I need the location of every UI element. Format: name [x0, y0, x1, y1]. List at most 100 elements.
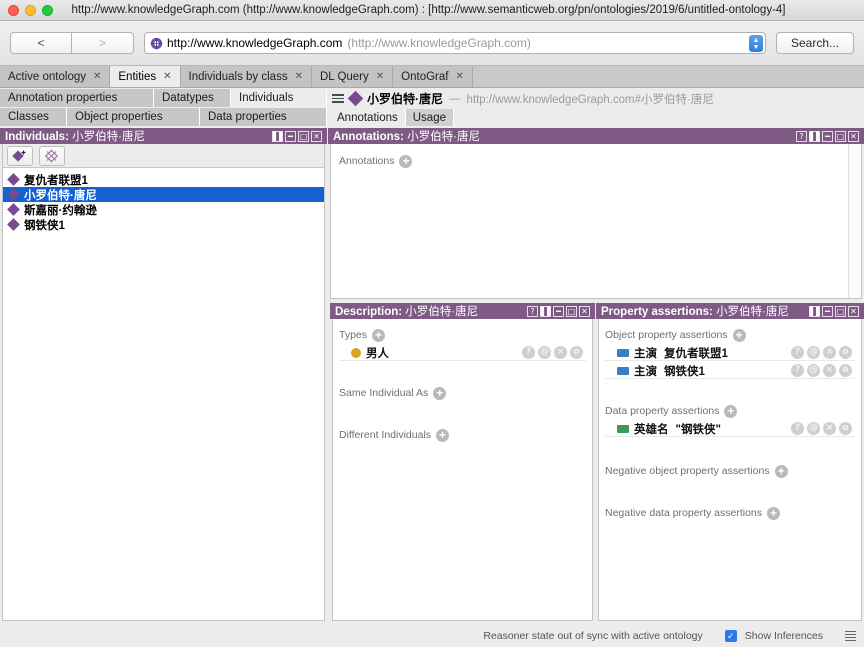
tab-individuals-by-class[interactable]: Individuals by class ✕ [180, 66, 312, 87]
list-item[interactable]: 小罗伯特·唐尼 [3, 187, 324, 202]
object-assertion-row[interactable]: 主演 复仇者联盟1 ? @ × o [605, 345, 855, 361]
maximize-button[interactable]: □ [835, 305, 846, 317]
add-data-assertion-button[interactable]: + [724, 404, 738, 418]
help-button[interactable]: ? [527, 305, 538, 317]
edit-button[interactable]: o [839, 346, 852, 359]
add-individual-button[interactable] [7, 145, 33, 166]
close-icon[interactable]: ✕ [455, 71, 463, 82]
types-section-label: Types + [339, 328, 386, 342]
section-label-text: Different Individuals [339, 429, 432, 441]
edit-button[interactable]: o [839, 364, 852, 377]
workspace-tabs: Active ontology ✕ Entities ✕ Individuals… [0, 66, 864, 88]
list-item[interactable]: 斯嘉丽·约翰逊 [3, 202, 324, 217]
minimize-button[interactable] [25, 4, 36, 16]
tab-dl-query[interactable]: DL Query ✕ [311, 66, 394, 87]
individuals-list[interactable]: 复仇者联盟1 小罗伯特·唐尼 斯嘉丽·约翰逊 钢铁侠1 [3, 172, 324, 232]
annotations-panel-body: Annotations + [330, 144, 862, 299]
url-stepper[interactable]: ▲ ▼ [749, 35, 763, 52]
close-icon[interactable]: ✕ [93, 71, 101, 82]
add-same-individual-button[interactable]: + [433, 386, 447, 400]
annotate-button[interactable]: @ [807, 346, 820, 359]
entity-dash: — [449, 92, 461, 105]
minimize-button[interactable]: ━ [822, 130, 833, 142]
back-button[interactable]: < [10, 32, 72, 54]
minimize-button[interactable]: ━ [285, 130, 296, 142]
split-button[interactable]: ▌▌ [809, 130, 822, 142]
url-input[interactable]: http://www.knowledgeGraph.com (http://ww… [144, 32, 766, 54]
add-object-assertion-button[interactable]: + [732, 328, 746, 342]
tab-active-ontology[interactable]: Active ontology ✕ [0, 66, 111, 87]
list-item[interactable]: 复仇者联盟1 [3, 172, 324, 187]
close-icon[interactable]: ✕ [295, 71, 303, 82]
close-button[interactable] [8, 4, 19, 16]
annotate-button[interactable]: @ [538, 346, 551, 359]
maximize-button[interactable]: □ [566, 305, 577, 317]
add-negative-object-assertion-button[interactable]: + [774, 464, 788, 478]
split-button[interactable]: ▌▌ [540, 305, 553, 317]
assertions-group-negative-object: Negative object property assertions + [605, 461, 855, 479]
explain-button[interactable]: ? [522, 346, 535, 359]
tab-individuals[interactable]: Individuals [231, 89, 327, 107]
annotate-button[interactable]: @ [807, 364, 820, 377]
type-entry-row[interactable]: 男人 ? @ × o [339, 345, 586, 361]
tab-entities[interactable]: Entities ✕ [110, 66, 181, 87]
maximize-button[interactable]: □ [835, 130, 846, 142]
close-button[interactable]: ✕ [848, 130, 859, 142]
annotations-section: Annotations + [339, 154, 413, 168]
add-negative-data-assertion-button[interactable]: + [767, 506, 781, 520]
panel-window-buttons: ? ▌▌ ━ □ ✕ [527, 305, 592, 317]
annotations-content: Annotations + [331, 144, 861, 176]
vertical-scrollbar[interactable] [848, 144, 861, 298]
tab-classes[interactable]: Classes [0, 108, 67, 126]
add-annotation-button[interactable]: + [399, 154, 413, 168]
tab-datatypes[interactable]: Datatypes [154, 89, 231, 107]
delete-button[interactable]: × [823, 422, 836, 435]
maximize-button[interactable]: □ [298, 130, 309, 142]
explain-button[interactable]: ? [791, 422, 804, 435]
add-type-button[interactable]: + [372, 328, 386, 342]
delete-button[interactable]: × [823, 346, 836, 359]
search-button[interactable]: Search... [776, 32, 854, 54]
delete-individual-button[interactable] [39, 145, 65, 166]
split-button[interactable]: ▌▌ [272, 130, 285, 142]
close-button[interactable]: ✕ [848, 305, 859, 317]
delete-button[interactable]: × [823, 364, 836, 377]
minimize-button[interactable]: ━ [822, 305, 833, 317]
tab-ontograf[interactable]: OntoGraf ✕ [393, 66, 473, 87]
delete-button[interactable]: × [554, 346, 567, 359]
help-button[interactable]: ? [796, 130, 807, 142]
explain-button[interactable]: ? [791, 364, 804, 377]
tab-annotations[interactable]: Annotations [330, 109, 406, 126]
explain-button[interactable]: ? [791, 346, 804, 359]
close-icon[interactable]: ✕ [163, 71, 171, 82]
row-actions: ? @ × o [522, 346, 586, 359]
annotate-button[interactable]: @ [807, 422, 820, 435]
close-button[interactable]: ✕ [579, 305, 590, 317]
list-icon[interactable] [845, 630, 856, 642]
description-group-different-individuals: Different Individuals + [339, 425, 586, 443]
forward-button[interactable]: > [72, 32, 134, 54]
tab-usage[interactable]: Usage [405, 109, 454, 126]
individuals-panel: Individuals: 小罗伯特·唐尼 ▌▌ ━ □ ✕ 复仇者联盟1 小罗伯… [0, 128, 327, 623]
section-label-text: Annotations [339, 155, 395, 167]
add-different-individuals-button[interactable]: + [436, 428, 450, 442]
close-button[interactable]: ✕ [311, 130, 322, 142]
object-assertion-row[interactable]: 主演 钢铁侠1 ? @ × o [605, 363, 855, 379]
data-assertions-section-label: Data property assertions + [605, 404, 738, 418]
minimize-button[interactable]: ━ [553, 305, 564, 317]
tab-data-properties[interactable]: Data properties [200, 108, 327, 126]
list-item[interactable]: 钢铁侠1 [3, 217, 324, 232]
panel-window-buttons: ▌▌ ━ □ ✕ [809, 305, 861, 317]
split-button[interactable]: ▌▌ [809, 305, 822, 317]
zoom-button[interactable] [42, 4, 53, 16]
menu-icon[interactable] [332, 94, 344, 103]
edit-button[interactable]: o [839, 422, 852, 435]
tab-label: Active ontology [8, 70, 86, 83]
edit-button[interactable]: o [570, 346, 583, 359]
tab-annotation-properties[interactable]: Annotation properties [0, 89, 154, 107]
show-inferences-checkbox[interactable]: ✓ [724, 630, 737, 642]
close-icon[interactable]: ✕ [376, 71, 384, 82]
tab-object-properties[interactable]: Object properties [67, 108, 200, 126]
data-assertion-row[interactable]: 英雄名 "钢铁侠" ? @ × o [605, 421, 855, 437]
assertion-property: 主演 [634, 365, 657, 378]
